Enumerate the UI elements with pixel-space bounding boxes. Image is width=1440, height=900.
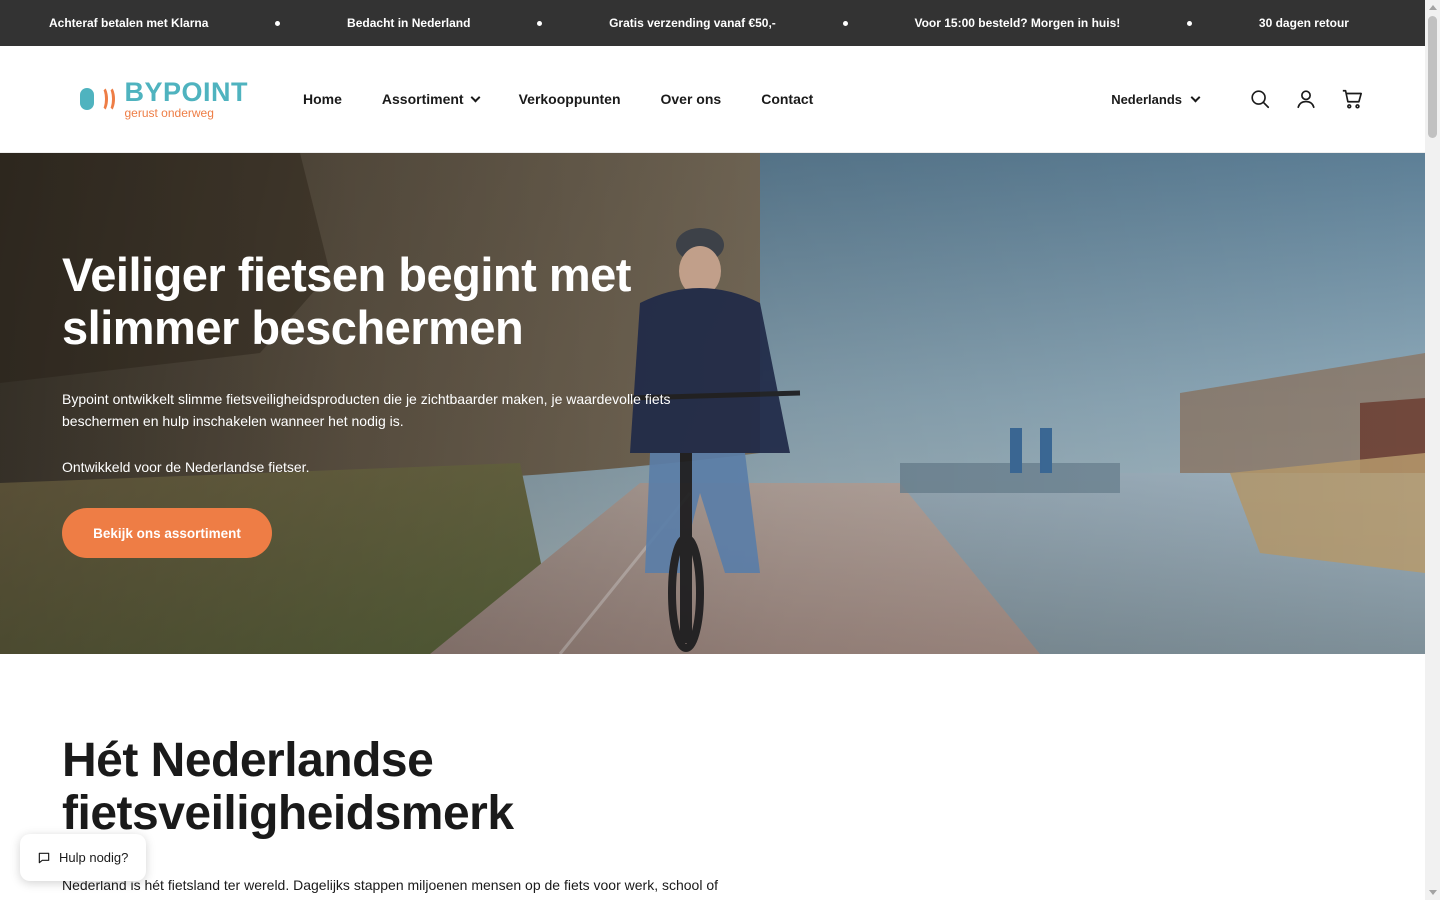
hero-title-line: Veiliger fietsen begint met <box>62 248 631 301</box>
announcement-item: 30 dagen retour <box>1258 16 1349 30</box>
nav-contact[interactable]: Contact <box>761 91 813 107</box>
search-icon[interactable] <box>1249 88 1271 110</box>
intro-section: Hét Nederlandse fietsveiligheidsmerk Ned… <box>0 654 1425 896</box>
nav-label: Over ons <box>660 91 722 107</box>
announcement-item: Gratis verzending vanaf €50,- <box>609 16 776 30</box>
help-label: Hulp nodig? <box>59 850 129 865</box>
nav-label: Verkooppunten <box>518 91 621 107</box>
logo-text: BYPOINT gerust onderweg <box>124 77 248 120</box>
account-icon[interactable] <box>1295 88 1317 110</box>
hero-subline: Ontwikkeld voor de Nederlandse fietser. <box>62 459 310 475</box>
announcement-item: Achteraf betalen met Klarna <box>49 16 209 30</box>
nav-over-ons[interactable]: Over ons <box>661 91 722 107</box>
cart-icon[interactable] <box>1341 88 1363 110</box>
section-title-line: fietsveiligheidsmerk <box>62 787 514 840</box>
section-title: Hét Nederlandse fietsveiligheidsmerk <box>62 734 622 840</box>
chat-bubble-icon <box>38 852 50 863</box>
nav-assortiment[interactable]: Assortiment <box>381 91 481 107</box>
chevron-down-icon <box>1190 92 1201 102</box>
nav-verkooppunten[interactable]: Verkooppunten <box>519 91 621 107</box>
announcement-item: Voor 15:00 besteld? Morgen in huis! <box>914 16 1121 30</box>
scrollbar-thumb[interactable] <box>1428 16 1437 138</box>
nav-label: Contact <box>761 91 814 107</box>
site-header: BYPOINT gerust onderweg Home Assortiment… <box>0 46 1425 153</box>
logo-tagline: gerust onderweg <box>124 106 214 120</box>
separator-dot <box>275 20 281 26</box>
help-chat-button[interactable]: Hulp nodig? <box>20 834 146 881</box>
nav-label: Home <box>303 91 342 107</box>
announcement-item: Bedacht in Nederland <box>347 16 471 30</box>
header-actions: Nederlands <box>1111 88 1363 110</box>
separator-dot <box>1187 20 1193 26</box>
hero-description: Bypoint ontwikkelt slimme fietsveilighei… <box>62 391 671 429</box>
scroll-down-arrow-icon[interactable] <box>1429 890 1437 895</box>
separator-dot <box>537 20 543 26</box>
shop-assortment-button[interactable]: Bekijk ons assortiment <box>62 508 272 558</box>
hero-banner: Veiliger fietsen begint met slimmer besc… <box>0 153 1425 654</box>
section-text: Nederland is hét fietsland ter wereld. D… <box>62 877 719 893</box>
hero-title: Veiliger fietsen begint met slimmer besc… <box>62 248 712 354</box>
chevron-down-icon <box>470 92 481 102</box>
nav-label: Assortiment <box>381 91 464 107</box>
main-nav: Home Assortiment Verkooppunten Over ons … <box>303 91 813 107</box>
logo[interactable]: BYPOINT gerust onderweg <box>80 79 248 119</box>
page-scrollbar[interactable] <box>1425 0 1440 900</box>
logo-name: BYPOINT <box>124 77 248 107</box>
separator-dot <box>842 20 848 26</box>
language-label: Nederlands <box>1111 91 1182 107</box>
hero-title-line: slimmer beschermen <box>62 301 524 354</box>
page: Achteraf betalen met Klarna Bedacht in N… <box>0 0 1425 900</box>
announcement-bar: Achteraf betalen met Klarna Bedacht in N… <box>0 0 1425 46</box>
logo-mark-icon <box>80 82 118 116</box>
hero-content: Veiliger fietsen begint met slimmer besc… <box>62 248 712 478</box>
scroll-up-arrow-icon[interactable] <box>1429 5 1437 10</box>
section-title-line: Hét Nederlandse <box>62 734 434 787</box>
language-selector[interactable]: Nederlands <box>1111 91 1201 107</box>
nav-home[interactable]: Home <box>303 91 342 107</box>
